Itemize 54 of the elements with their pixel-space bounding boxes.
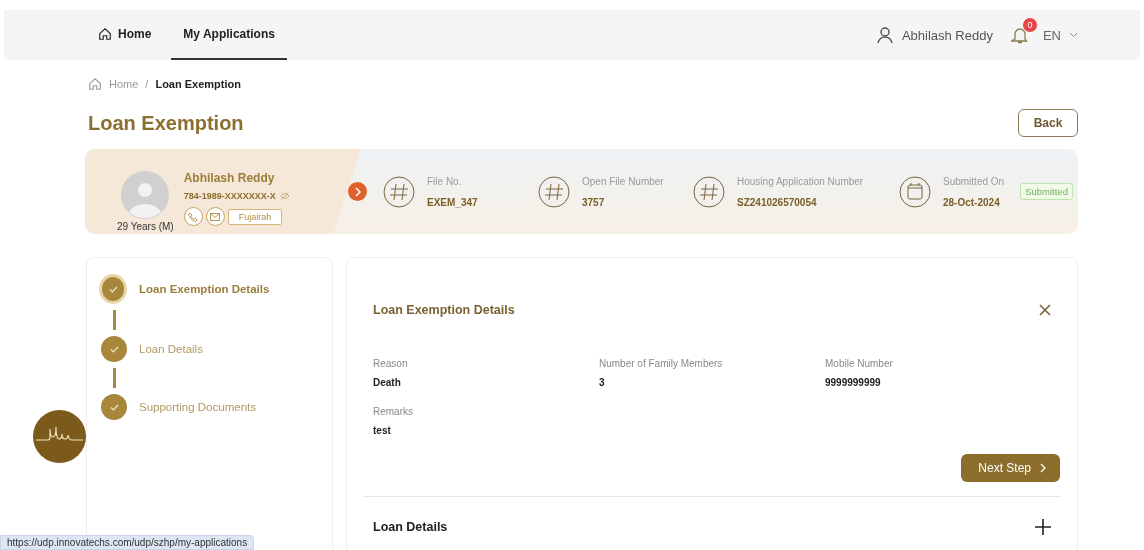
section-title[interactable]: Loan Details <box>373 520 448 534</box>
step-connector <box>113 368 116 388</box>
step-connector <box>113 310 116 330</box>
info-value: 28-Oct-2024 <box>943 196 1001 208</box>
calendar-icon <box>899 175 931 208</box>
chevron-down-icon <box>1069 32 1078 38</box>
notification-badge: 0 <box>1022 18 1037 32</box>
field-value: 3 <box>599 377 606 388</box>
field-value: test <box>373 425 392 436</box>
expand-button[interactable] <box>1035 519 1051 535</box>
chevron-right-icon <box>353 186 362 197</box>
user-name[interactable]: Abhilash Reddy <box>901 27 993 43</box>
field-value: 9999999999 <box>825 377 882 388</box>
phone-icon <box>188 211 199 222</box>
field-label: Mobile Number <box>825 358 894 369</box>
back-button[interactable]: Back <box>1018 109 1078 137</box>
nav-tab[interactable]: My Applications <box>171 10 287 60</box>
hash-icon <box>538 175 570 208</box>
mail-icon <box>210 212 221 221</box>
close-button[interactable] <box>1039 304 1051 316</box>
age-gender: 29 Years (M) <box>117 221 174 232</box>
hash-icon <box>693 175 725 208</box>
info-label: Open File Number <box>582 175 664 187</box>
avatar-icon <box>121 171 170 219</box>
info-value: SZ241026570054 <box>737 196 818 208</box>
step-label[interactable]: Loan Exemption Details <box>139 283 270 295</box>
hash-icon <box>383 175 415 208</box>
breadcrumb-current: Loan Exemption <box>155 78 241 90</box>
emirates-id: 784-1989-XXXXXXX-X <box>183 191 276 201</box>
status-badge: Submitted <box>1020 183 1073 200</box>
user-icon <box>875 26 894 44</box>
info-value: 3757 <box>582 196 606 208</box>
language-selector[interactable]: EN <box>1042 27 1078 43</box>
link-preview: https://udp.innovatechs.com/udp/szhp/my-applications <box>0 535 255 550</box>
field-value: Death <box>373 377 402 388</box>
next-step-button[interactable]: Next Step <box>961 454 1060 482</box>
breadcrumb-link[interactable]: Home <box>109 78 139 90</box>
info-label: Housing Application Number <box>737 175 864 187</box>
home-icon <box>88 77 102 91</box>
breadcrumb-separator: / <box>145 78 149 90</box>
nav-tab[interactable]: Home <box>86 10 164 60</box>
info-value: EXEM_347 <box>427 196 478 208</box>
page-title: Loan Exemption <box>88 111 244 135</box>
assistant-logo-button[interactable] <box>33 410 86 463</box>
field-label: Reason <box>373 358 409 369</box>
section-title[interactable]: Loan Exemption Details <box>373 303 515 317</box>
info-label: File No. <box>427 175 463 187</box>
applicant-name: Abhilash Reddy <box>183 171 276 185</box>
field-label: Number of Family Members <box>599 358 724 369</box>
home-icon <box>98 27 112 41</box>
chevron-right-icon <box>1040 463 1046 473</box>
bell-icon[interactable] <box>1010 26 1029 44</box>
info-label: Submitted On <box>943 175 1005 187</box>
field-label: Remarks <box>373 406 414 417</box>
